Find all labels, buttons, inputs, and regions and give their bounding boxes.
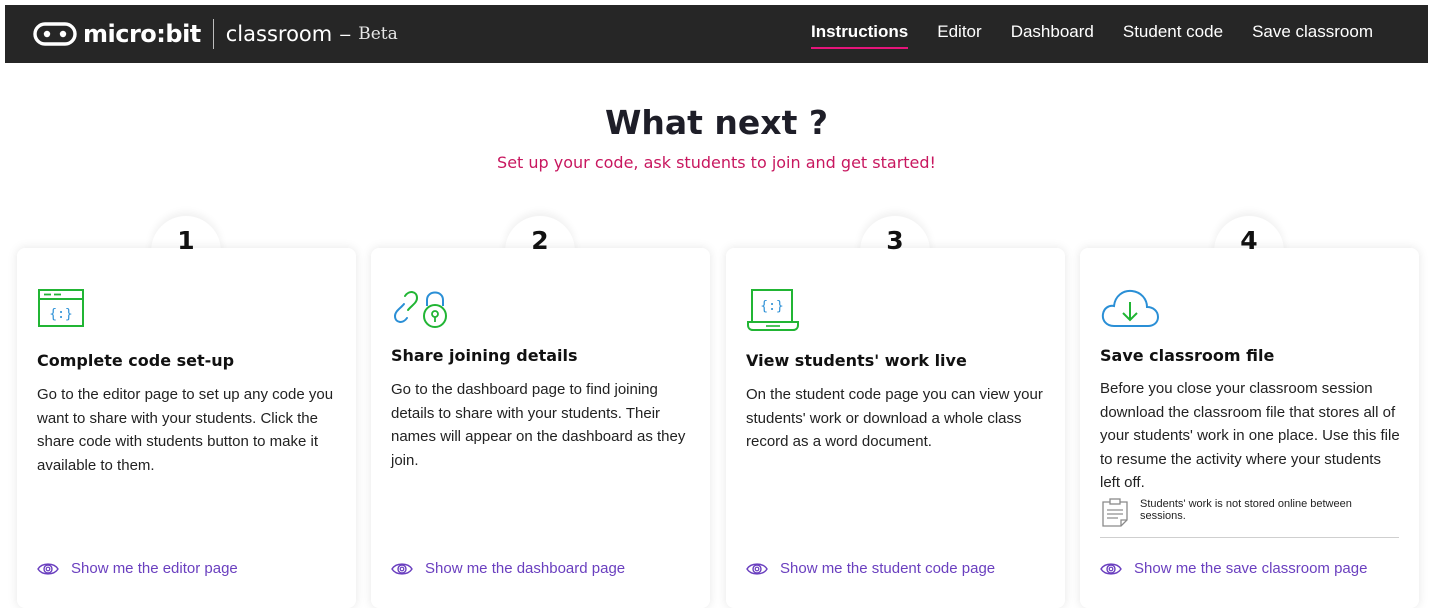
- logo-text: micro:bit: [83, 20, 201, 48]
- page-subtitle: Set up your code, ask students to join a…: [497, 153, 936, 172]
- step-2-body: Go to the dashboard page to find joining…: [391, 381, 686, 469]
- step-card-2: Share joining details Go to the dashboar…: [371, 248, 710, 608]
- beta-badge: Beta: [358, 24, 398, 44]
- step-3-body: On the student code page you can view yo…: [746, 386, 1043, 450]
- step-1-title: Complete code set-up: [37, 351, 235, 370]
- laptop-code-icon: {:}: [747, 289, 799, 331]
- svg-text:{:}: {:}: [49, 307, 72, 322]
- main-nav: Instructions Editor Dashboard Student co…: [782, 5, 1373, 63]
- product-name: classroom: [225, 22, 333, 46]
- step-2-title: Share joining details: [391, 346, 578, 365]
- cloud-download-icon: [1101, 289, 1160, 327]
- link-label: Show me the editor page: [71, 560, 238, 577]
- step-1-body: Go to the editor page to set up any code…: [37, 386, 334, 474]
- page-title: What next ?: [605, 103, 828, 142]
- link-label: Show me the student code page: [780, 560, 996, 577]
- step-number-4: 4: [1240, 226, 1258, 255]
- microbit-classroom-logo[interactable]: micro:bit classroom – Beta: [33, 19, 398, 49]
- step-3-title: View students' work live: [746, 351, 967, 370]
- link-label: Show me the dashboard page: [425, 560, 626, 577]
- step-4-body: Before you close your classroom session …: [1100, 380, 1400, 491]
- nav-instructions[interactable]: Instructions: [810, 5, 909, 63]
- nav-student-code[interactable]: Student code: [1123, 5, 1223, 63]
- clipboard-icon: [1102, 498, 1128, 527]
- nav-editor[interactable]: Editor: [937, 5, 981, 63]
- code-window-icon: {:}: [38, 289, 84, 327]
- step-4-title: Save classroom file: [1100, 346, 1275, 365]
- storage-note: Students' work is not stored online betw…: [1100, 498, 1400, 528]
- microbit-logo-icon: [33, 22, 77, 46]
- show-editor-page-link[interactable]: Show me the editor page: [37, 560, 238, 577]
- link-label: Show me the save classroom page: [1134, 560, 1368, 577]
- step-number-1: 1: [177, 226, 195, 255]
- storage-note-text: Students' work is not stored online betw…: [1140, 498, 1352, 522]
- nav-save-classroom[interactable]: Save classroom: [1252, 5, 1373, 63]
- eye-icon: [37, 562, 59, 575]
- logo-separator: [212, 19, 214, 49]
- svg-text:{:}: {:}: [760, 299, 783, 314]
- step-number-3: 3: [886, 226, 904, 255]
- step-number-2: 2: [531, 226, 549, 255]
- product-dash: –: [340, 23, 351, 44]
- step-card-1: {:} Complete code set-up Go to the edito…: [17, 248, 356, 608]
- show-student-code-page-link[interactable]: Show me the student code page: [746, 560, 995, 577]
- eye-icon: [391, 562, 413, 575]
- show-dashboard-page-link[interactable]: Show me the dashboard page: [391, 560, 625, 577]
- eye-icon: [1100, 562, 1122, 575]
- top-navigation-bar: micro:bit classroom – Beta Instructions …: [5, 5, 1428, 63]
- step-card-3: {:} View students' work live On the stud…: [726, 248, 1065, 608]
- show-save-classroom-page-link[interactable]: Show me the save classroom page: [1100, 560, 1367, 577]
- link-lock-icon: [393, 291, 447, 328]
- card-divider: [1100, 537, 1399, 538]
- eye-icon: [746, 562, 768, 575]
- step-card-4: Save classroom file Before you close you…: [1080, 248, 1419, 608]
- nav-dashboard[interactable]: Dashboard: [1011, 5, 1094, 63]
